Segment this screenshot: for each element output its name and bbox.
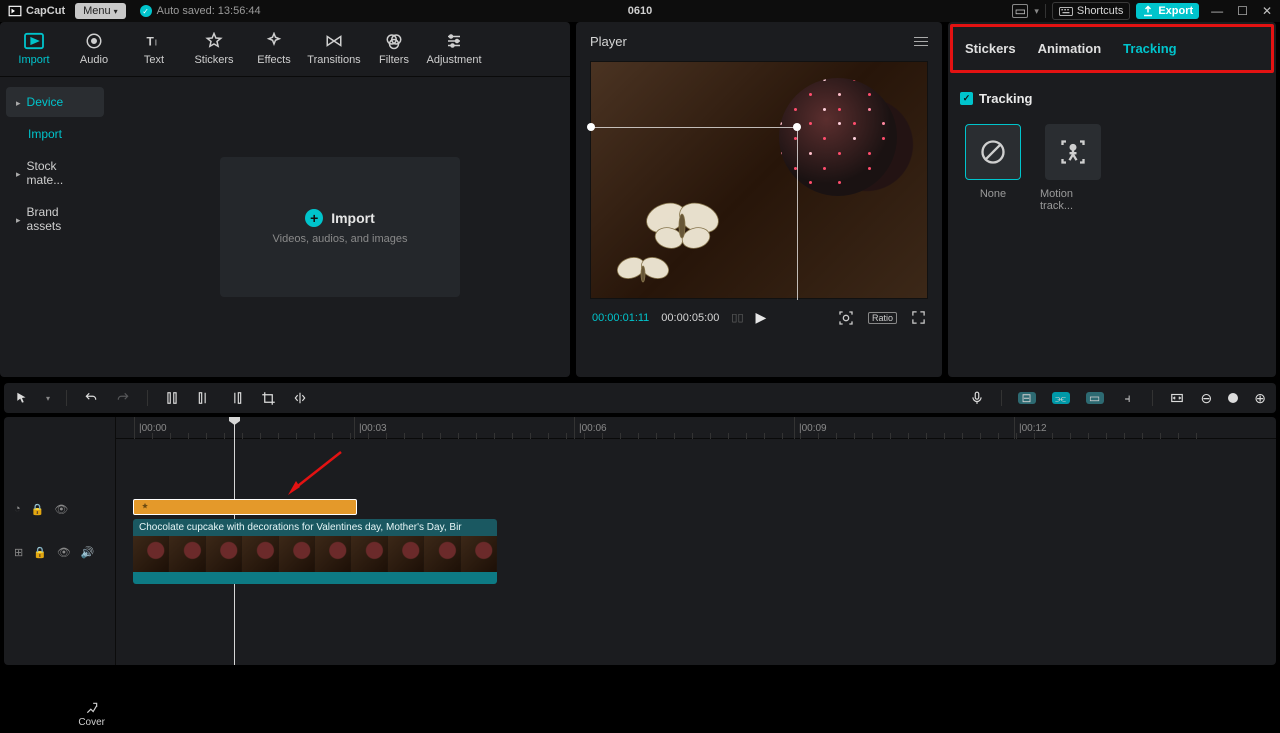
fullscreen-icon[interactable] [911,310,926,325]
titlebar: CapCut Menu▾ ✓ Auto saved: 13:56:44 0610… [0,0,1280,22]
collapse-icon[interactable] [1169,390,1185,406]
split-right-icon[interactable] [228,390,244,406]
undo-icon[interactable] [83,390,99,406]
ruler[interactable]: |00:00 |00:03 |00:06 |00:09 |00:12 [116,417,1276,439]
crop-icon[interactable] [260,390,276,406]
tab-adjustment[interactable]: Adjustment [424,28,484,70]
eye-icon[interactable]: 👁 [54,503,68,516]
video-track-icon[interactable]: ⊞ [14,546,23,559]
sidebar-item-brand[interactable]: Brand assets [6,197,104,241]
tab-audio[interactable]: Audio [64,28,124,70]
tab-transitions[interactable]: Transitions [304,28,364,70]
sidebar-item-stock[interactable]: Stock mate... [6,151,104,195]
import-dropzone[interactable]: +Import Videos, audios, and images [220,157,460,297]
lock-icon[interactable]: 🔒 [31,503,45,516]
sidebar-item-import[interactable]: Import [6,119,104,149]
export-button[interactable]: Export [1136,3,1199,19]
pointer-tool-icon[interactable] [14,390,30,406]
lock-icon[interactable]: 🔒 [33,546,47,559]
autosave-status: ✓ Auto saved: 13:56:44 [140,5,261,17]
magnet-preview-icon[interactable]: ▭ [1086,392,1104,404]
timeline-tracks[interactable]: |00:00 |00:03 |00:06 |00:09 |00:12 Choco… [116,417,1276,665]
split-left-icon[interactable] [196,390,212,406]
tracking-option-none[interactable]: None [960,124,1026,212]
project-title: 0610 [628,5,652,17]
properties-panel: Stickers Animation Tracking ✓ Tracking N… [948,22,1276,377]
cover-button[interactable]: Cover [78,701,105,728]
player-panel: Player [576,22,942,377]
sticker-clip[interactable] [133,499,357,515]
split-icon[interactable] [164,390,180,406]
properties-tabs-highlight: Stickers Animation Tracking [950,24,1274,73]
timecode-current: 00:00:01:11 [592,312,649,324]
tab-tracking-prop[interactable]: Tracking [1123,41,1176,56]
layout-caret[interactable]: ▾ [1034,6,1039,17]
scan-icon[interactable] [838,310,854,326]
tab-effects[interactable]: Effects [244,28,304,70]
close-icon[interactable]: ✕ [1262,4,1272,18]
tab-stickers[interactable]: Stickers [184,28,244,70]
redo-icon [115,390,131,406]
play-icon[interactable]: ▶ [756,309,767,326]
layout-icon[interactable]: ▭ [1012,4,1028,18]
timecode-total: 00:00:05:00 [661,312,719,324]
svg-text:I: I [155,39,157,48]
shortcuts-button[interactable]: Shortcuts [1052,2,1130,20]
tab-filters[interactable]: Filters [364,28,424,70]
zoom-in-icon[interactable]: ⊕ [1254,390,1266,407]
annotation-arrow [286,447,346,497]
magnet-main-icon[interactable]: ⊟ [1018,392,1036,404]
clock-icon[interactable]: ◔ [14,503,21,516]
mirror-icon[interactable] [292,390,308,406]
tracking-checkbox[interactable]: ✓ [960,92,973,105]
align-icon[interactable]: ⫞ [1120,390,1136,406]
tab-import[interactable]: Import [4,28,64,70]
magnet-link-icon[interactable]: ⫘ [1052,392,1070,404]
menu-button[interactable]: Menu▾ [75,3,126,19]
ratio-button[interactable]: Ratio [868,312,897,324]
app-logo: CapCut [8,4,65,18]
plus-icon: + [305,209,323,227]
preview-canvas[interactable] [590,61,928,299]
tab-stickers-prop[interactable]: Stickers [965,41,1016,56]
tracking-option-motion[interactable]: Motion track... [1040,124,1106,212]
minimize-icon[interactable]: — [1211,4,1223,18]
eye-icon[interactable]: 👁 [57,546,71,559]
timeline: ◔ 🔒 👁 ⊞ 🔒 👁 🔊 Cover |00:00 |00:03 |00:06… [4,417,1276,665]
svg-text:T: T [147,35,155,49]
mute-icon[interactable]: 🔊 [81,546,95,559]
video-track-header: ⊞ 🔒 👁 🔊 [4,540,115,565]
compare-icon[interactable]: ▯▯ [731,311,743,324]
sidebar-item-device[interactable]: Device [6,87,104,117]
video-clip[interactable]: Chocolate cupcake with decorations for V… [133,519,497,584]
media-sidebar: Device Import Stock mate... Brand assets [0,77,110,377]
pointer-caret[interactable]: ▾ [46,394,50,403]
player-title: Player [590,34,627,49]
zoom-out-icon[interactable]: ⊖ [1201,390,1213,407]
tab-animation-prop[interactable]: Animation [1038,41,1102,56]
tab-text[interactable]: TI Text [124,28,184,70]
sticker-track-header: ◔ 🔒 👁 [4,497,115,522]
tracking-header: ✓ Tracking [960,91,1264,106]
mic-icon[interactable] [969,390,985,406]
zoom-slider[interactable] [1228,393,1238,403]
player-menu-icon[interactable] [914,37,928,46]
timeline-toolbar: ▾ ⊟ ⫘ ▭ ⫞ ⊖ ⊕ [4,383,1276,413]
maximize-icon[interactable]: ☐ [1237,4,1248,18]
media-panel: Import Audio TI Text Stickers Effects Tr… [0,22,570,377]
